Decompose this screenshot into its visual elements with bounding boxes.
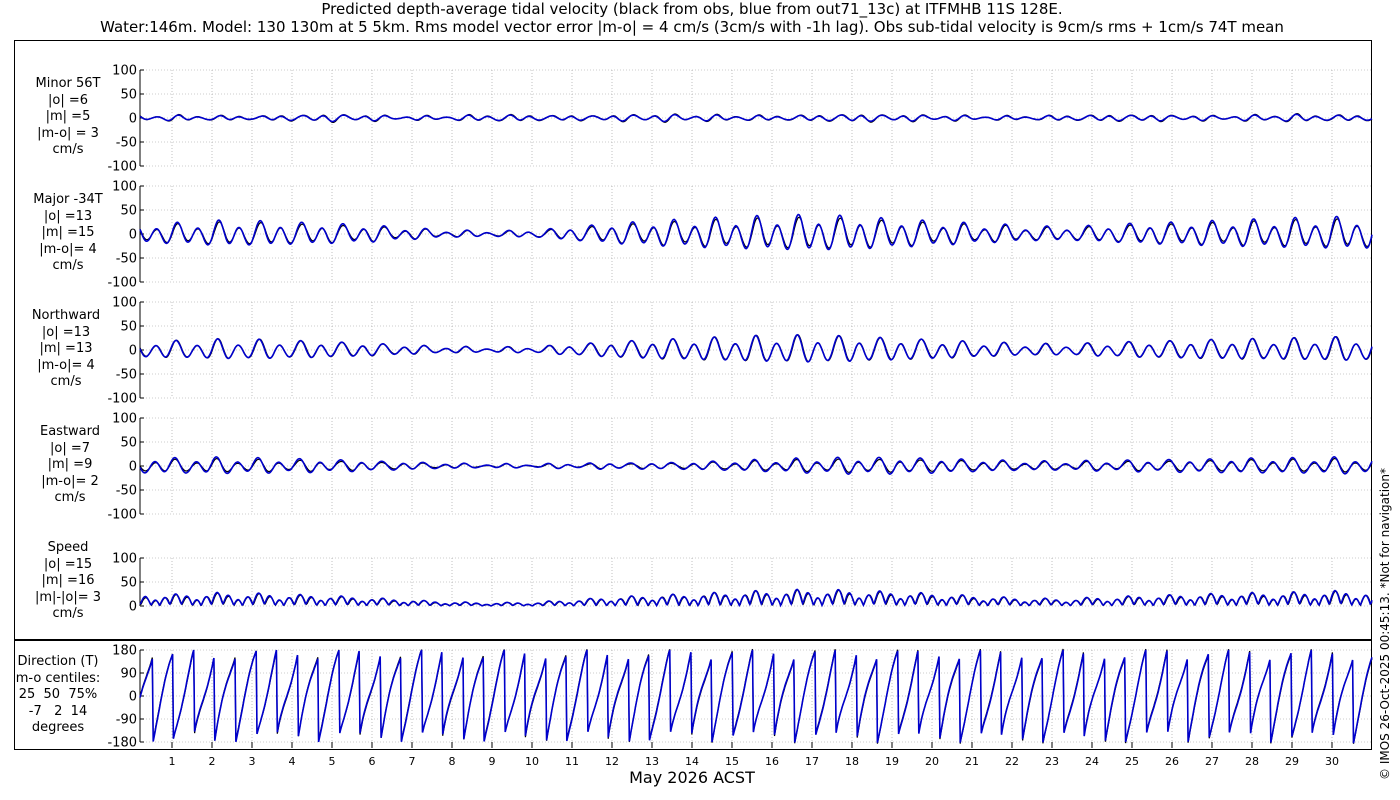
y-tick-label: -100: [107, 160, 137, 175]
panel-label-north: Northward |o| =13 |m| =13 |m-o|= 4 cm/s: [6, 308, 126, 391]
x-tick-label: 2: [209, 755, 216, 768]
panel-label-east: Eastward |o| =7 |m| =9 |m-o|= 2 cm/s: [10, 424, 130, 507]
panel-label-minor: Minor 56T |o| =6 |m| =5 |m-o| = 3 cm/s: [8, 76, 128, 159]
panel-direction: 180900-90-180: [107, 644, 1373, 751]
panel-label-line: |m-o|= 4: [39, 241, 97, 257]
x-tick-label: 28: [1245, 755, 1259, 768]
x-tick-label: 16: [765, 755, 779, 768]
x-tick-label: 26: [1165, 755, 1179, 768]
y-tick-label: 0: [129, 344, 137, 359]
x-tick-label: 24: [1085, 755, 1099, 768]
panel-label-line: |o| =15: [43, 556, 93, 572]
panel-label-line: cm/s: [50, 374, 82, 389]
panel-label-line: degrees: [31, 720, 85, 735]
x-tick-label: 7: [409, 755, 416, 768]
panel-label-line: Northward: [31, 308, 101, 323]
panel-label-line: |m|-|o|= 3: [34, 589, 102, 605]
panel-label-line: |o| =6: [47, 92, 88, 108]
x-tick-label: 20: [925, 755, 939, 768]
x-tick-label: 11: [565, 755, 579, 768]
x-tick-label: 14: [685, 755, 699, 768]
y-tick-label: 0: [129, 600, 137, 615]
y-tick-label: 0: [129, 112, 137, 127]
panel-label-line: -7 2 14: [28, 703, 88, 719]
x-tick-label: 21: [965, 755, 979, 768]
x-tick-label: 10: [525, 755, 539, 768]
panel-label-line: Eastward: [39, 424, 101, 439]
panel-label-line: m-o centiles:: [15, 670, 101, 686]
x-axis: 1 2 3 4 5 6 7 8 9 10 11 12 13 14 15 16 17 18 19 20 21 22 23 24 2…: [169, 742, 1339, 768]
x-tick-label: 25: [1125, 755, 1139, 768]
panel-label-line: cm/s: [54, 490, 86, 505]
x-tick-label: 12: [605, 755, 619, 768]
panel-label-line: |m| =16: [41, 573, 95, 588]
panel-east: 100500-50-100: [107, 412, 1373, 523]
x-tick-label: 18: [845, 755, 859, 768]
panel-major: 100500-50-100: [107, 180, 1373, 291]
x-tick-label: 17: [805, 755, 819, 768]
x-tick-label: 29: [1285, 755, 1299, 768]
x-axis-label: May 2026 ACST: [629, 768, 755, 787]
x-tick-label: 6: [369, 755, 376, 768]
y-tick-label: 0: [129, 690, 137, 705]
panel-speed: 100500: [112, 552, 1373, 615]
panel-label-speed: Speed |o| =15 |m| =16 |m|-|o|= 3 cm/s: [8, 540, 128, 623]
panel-label-line: |m| =15: [41, 225, 95, 240]
x-tick-label: 5: [329, 755, 336, 768]
x-tick-label: 30: [1325, 755, 1339, 768]
x-tick-label: 23: [1045, 755, 1059, 768]
panel-label-line: |m| =9: [47, 457, 93, 472]
model-series-line: [139, 455, 1373, 475]
panel-label-line: |m-o|= 4: [37, 357, 95, 373]
y-tick-label: -100: [107, 392, 137, 407]
x-tick-label: 1: [169, 755, 176, 768]
panel-label-line: |o| =7: [49, 440, 90, 456]
panel-label-line: |m-o| = 3: [37, 125, 99, 141]
credit-note: © IMOS 26-Oct-2025 00:45:13. *Not for na…: [1378, 468, 1392, 780]
model-series-line: [139, 333, 1373, 363]
panel-label-major: Major -34T |o| =13 |m| =15 |m-o|= 4 cm/s: [8, 192, 128, 275]
panel-label-line: 25 50 75%: [18, 687, 98, 702]
tidal-velocity-chart: 100500-50-100100500-50-100100500-50-1001…: [107, 64, 1373, 768]
x-tick-label: 15: [725, 755, 739, 768]
panel-label-line: Speed: [47, 540, 89, 555]
y-tick-label: -100: [107, 276, 137, 291]
model-series-line: [139, 649, 1373, 744]
panel-label-line: |m-o|= 2: [41, 473, 99, 489]
panel-north: 100500-50-100: [107, 296, 1373, 407]
panel-label-direction: Direction (T) m-o centiles: 25 50 75% -7 2 …: [0, 654, 118, 737]
y-tick-label: 90: [120, 667, 137, 682]
y-tick-label: 0: [129, 228, 137, 243]
panel-label-line: Direction (T): [17, 654, 99, 669]
y-tick-label: -100: [107, 508, 137, 523]
panel-label-line: cm/s: [52, 142, 84, 157]
panel-label-line: cm/s: [52, 606, 84, 621]
x-tick-label: 27: [1205, 755, 1219, 768]
model-series-line: [139, 588, 1373, 608]
panel-label-line: cm/s: [52, 258, 84, 273]
y-tick-label: -90: [116, 713, 137, 728]
x-tick-label: 19: [885, 755, 899, 768]
y-tick-label: -180: [107, 736, 137, 751]
x-tick-label: 22: [1005, 755, 1019, 768]
panel-minor: 100500-50-100: [107, 64, 1373, 175]
x-tick-label: 4: [289, 755, 296, 768]
x-tick-label: 9: [489, 755, 496, 768]
panel-label-line: Minor 56T: [35, 76, 101, 91]
panel-label-line: |o| =13: [43, 208, 93, 224]
panel-label-line: |m| =5: [45, 109, 91, 124]
panel-label-line: |m| =13: [39, 341, 93, 356]
panel-label-line: |o| =13: [41, 324, 91, 340]
x-tick-label: 3: [249, 755, 256, 768]
x-tick-label: 13: [645, 755, 659, 768]
x-tick-label: 8: [449, 755, 456, 768]
panel-label-line: Major -34T: [33, 192, 103, 207]
